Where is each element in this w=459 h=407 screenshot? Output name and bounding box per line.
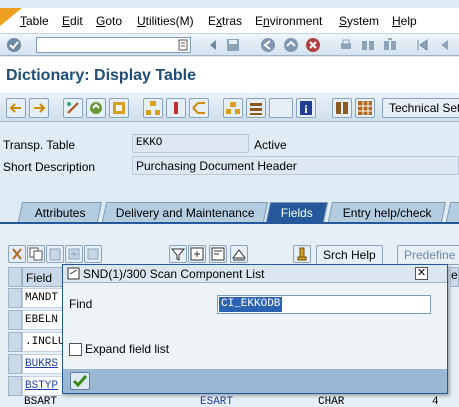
menu-help[interactable]: Help	[392, 14, 417, 28]
column-header-partial[interactable]: e	[450, 267, 459, 287]
details-icon[interactable]	[188, 245, 206, 263]
save-icon[interactable]	[225, 37, 241, 53]
filter-icon[interactable]	[169, 245, 187, 263]
row-selector[interactable]	[8, 310, 22, 330]
table-row-field[interactable]: MANDT	[22, 288, 64, 308]
check-object-icon[interactable]	[109, 98, 129, 118]
find-input-value[interactable]: CI_EKKODB	[219, 297, 283, 312]
short-description-field[interactable]: Purchasing Document Header	[132, 156, 459, 175]
back-arrow-icon[interactable]	[6, 98, 26, 118]
dialog-titlebar: SND(1)/300 Scan Component List ✕	[63, 265, 447, 283]
ok-check-icon[interactable]	[70, 372, 90, 390]
transp-table-label: Transp. Table	[3, 138, 76, 152]
collapse-arrow-icon[interactable]	[205, 37, 221, 53]
row-selector[interactable]	[8, 376, 22, 396]
where-used-icon[interactable]	[189, 98, 209, 118]
status-text: Active	[254, 138, 287, 152]
short-description-label: Short Description	[3, 160, 96, 174]
table-settings-icon[interactable]	[209, 245, 227, 263]
row-selector[interactable]	[8, 288, 22, 308]
close-icon[interactable]: ✕	[415, 267, 428, 280]
tab-fields[interactable]: Fields	[265, 202, 329, 222]
title-area: Dictionary: Display Table	[0, 57, 459, 93]
info-icon[interactable]: i	[296, 98, 316, 118]
find-input[interactable]: CI_EKKODB	[217, 295, 431, 314]
object-list-icon[interactable]	[223, 98, 243, 118]
table-row-field[interactable]: BSART	[24, 396, 57, 407]
find-icon[interactable]	[360, 37, 376, 53]
sap-corner-icon	[0, 8, 22, 26]
dialog-window-icon	[67, 267, 80, 280]
length-cell: 4	[432, 396, 439, 407]
predefined-type-button[interactable]: Predefine	[397, 245, 459, 265]
forward-arrow-icon[interactable]	[29, 98, 49, 118]
scan-component-dialog: SND(1)/300 Scan Component List ✕ Find CI…	[62, 264, 448, 394]
display-change-icon[interactable]	[63, 98, 83, 118]
system-toolbar	[0, 34, 459, 56]
tab-more[interactable]	[445, 202, 459, 222]
first-page-icon[interactable]	[414, 37, 430, 53]
table-name-field[interactable]: EKKO	[132, 134, 249, 153]
navigation-window-icon[interactable]	[246, 98, 266, 118]
exit-icon[interactable]	[283, 37, 299, 53]
cut-icon[interactable]	[8, 245, 26, 263]
paste-icon[interactable]	[46, 245, 64, 263]
back-icon[interactable]	[260, 37, 276, 53]
expand-field-list-checkbox[interactable]	[69, 343, 82, 356]
command-history-icon[interactable]	[176, 37, 192, 53]
menu-edit[interactable]: Edit	[62, 14, 83, 28]
tab-attributes[interactable]: Attributes	[17, 202, 103, 222]
row-selector[interactable]	[8, 332, 22, 352]
other-object-icon[interactable]	[86, 98, 106, 118]
search-help-icon[interactable]	[293, 245, 311, 263]
page-title: Dictionary: Display Table	[6, 67, 196, 84]
srch-help-button[interactable]: Srch Help	[316, 245, 383, 265]
expand-field-list-label: Expand field list	[85, 342, 170, 356]
select-all-corner[interactable]	[8, 267, 22, 287]
find-label: Find	[69, 297, 93, 311]
append-structure-icon[interactable]	[355, 98, 375, 118]
row-selector[interactable]	[8, 354, 22, 374]
data-element-cell[interactable]: ESART	[200, 396, 233, 407]
dialog-footer	[63, 369, 447, 393]
field-column-header[interactable]: Field	[22, 267, 64, 287]
cancel-icon[interactable]	[305, 37, 321, 53]
delete-row-icon[interactable]	[84, 245, 102, 263]
sort-ascending-icon[interactable]	[230, 245, 248, 263]
menu-extras[interactable]: Extras	[208, 14, 242, 28]
technical-settings-button[interactable]: Technical Set	[382, 98, 459, 118]
menu-goto[interactable]: Goto	[96, 14, 122, 28]
table-row-field[interactable]: BSTYP	[22, 376, 64, 396]
copy-icon[interactable]	[27, 245, 45, 263]
menu-bar: Table Edit Goto Utilities(M) Extras Envi…	[0, 8, 459, 34]
hierarchy-icon[interactable]	[143, 98, 163, 118]
menu-table[interactable]: Table	[20, 14, 49, 28]
indexes-icon[interactable]	[332, 98, 352, 118]
menu-environment[interactable]: Environment	[255, 14, 322, 28]
find-next-icon[interactable]	[382, 37, 398, 53]
previous-page-icon[interactable]	[436, 37, 452, 53]
print-icon[interactable]	[338, 37, 354, 53]
enter-check-icon[interactable]	[6, 37, 22, 53]
dialog-title: SND(1)/300 Scan Component List	[83, 267, 265, 281]
menu-system[interactable]: System	[339, 14, 379, 28]
activate-icon[interactable]	[166, 98, 186, 118]
application-toolbar: i Technical Set	[0, 94, 459, 122]
table-row-field[interactable]: .INCLU	[22, 332, 64, 352]
command-field[interactable]	[36, 37, 191, 53]
table-row-field[interactable]: EBELN	[22, 310, 64, 330]
tab-delivery-and-maintenance[interactable]: Delivery and Maintenance	[101, 202, 269, 222]
tab-entry-help-check[interactable]: Entry help/check	[327, 202, 447, 222]
data-type-cell: CHAR	[318, 396, 345, 407]
table-row-field[interactable]: BUKRS	[22, 354, 64, 374]
menu-utilities[interactable]: Utilities(M)	[137, 14, 194, 28]
insert-row-icon[interactable]	[65, 245, 83, 263]
blank-toolbar-button[interactable]	[269, 98, 293, 118]
